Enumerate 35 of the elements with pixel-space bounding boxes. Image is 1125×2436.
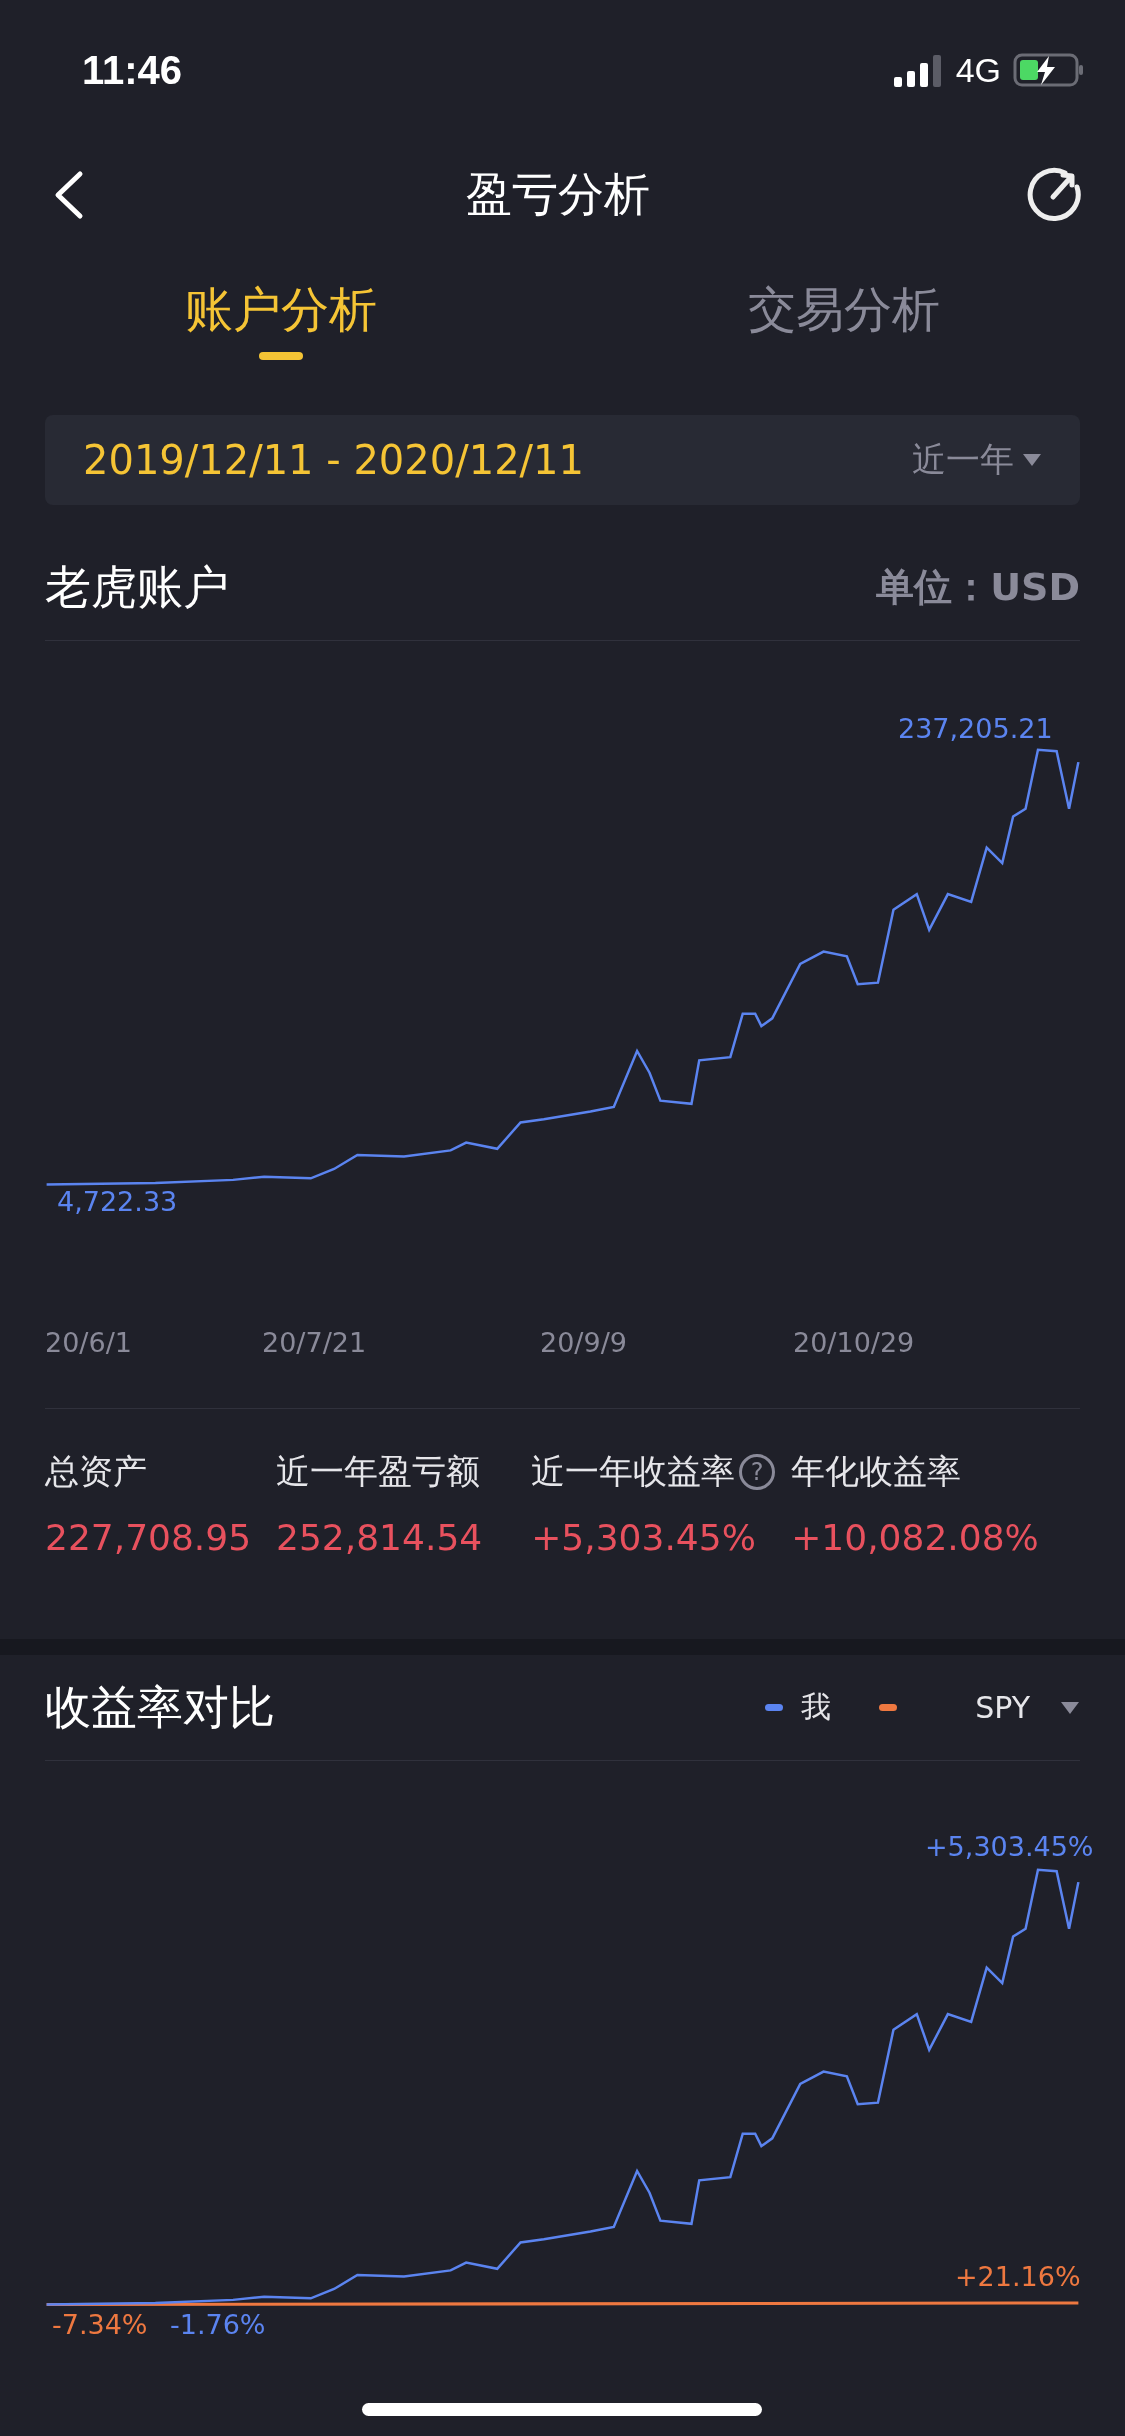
caret-icon [1060,1700,1080,1715]
stat-value: 252,814.54 [276,1517,484,1558]
start-value-label: -1.76% [170,2309,266,2340]
stat-label: 年化收益率 [791,1450,962,1493]
network-label: 4G [955,50,1001,90]
page-title: 盈亏分析 [465,166,650,223]
end-value-label: +21.16% [955,2261,1081,2292]
signal-icon [893,53,944,87]
tab[interactable]: 交易分析 [562,250,1125,370]
stat-value: 227,708.95 [45,1517,253,1558]
benchmark-dropdown[interactable]: SPY [915,1690,1080,1725]
stat-label: 总资产 [45,1450,147,1493]
end-value-label: +5,303.45% [925,1831,1094,1862]
axis-label: 20/10/29 [793,1327,915,1358]
section-title: 老虎账户 [45,558,229,616]
legend-label: 我 [801,1688,832,1726]
unit-label: 单位：USD [876,564,1080,611]
period-dropdown[interactable]: 近一年 [912,437,1042,483]
battery-charging-icon [1013,53,1085,87]
section-title: 收益率对比 [45,1678,275,1736]
caret-icon [1022,453,1042,467]
stat-value: +10,082.08% [791,1517,1040,1558]
stat-label: 近一年收益率 [531,1450,736,1493]
axis-label: 20/6/1 [45,1327,132,1358]
stat-value: +5,303.45% [531,1517,757,1558]
status-time: 11:46 [82,47,183,93]
start-value-label: -7.34% [52,2309,148,2340]
axis-label: 20/9/9 [540,1327,627,1358]
stat-label: 近一年盈亏额 [276,1450,481,1493]
date-range: 2019/12/11 - 2020/12/11 [83,437,584,483]
axis-label: 20/7/21 [262,1327,367,1358]
help-icon[interactable]: ? [739,1454,776,1490]
max-value-label: 237,205.21 [898,713,1053,744]
tab[interactable]: 账户分析 [0,250,563,370]
min-value-label: 4,722.33 [57,1186,178,1217]
